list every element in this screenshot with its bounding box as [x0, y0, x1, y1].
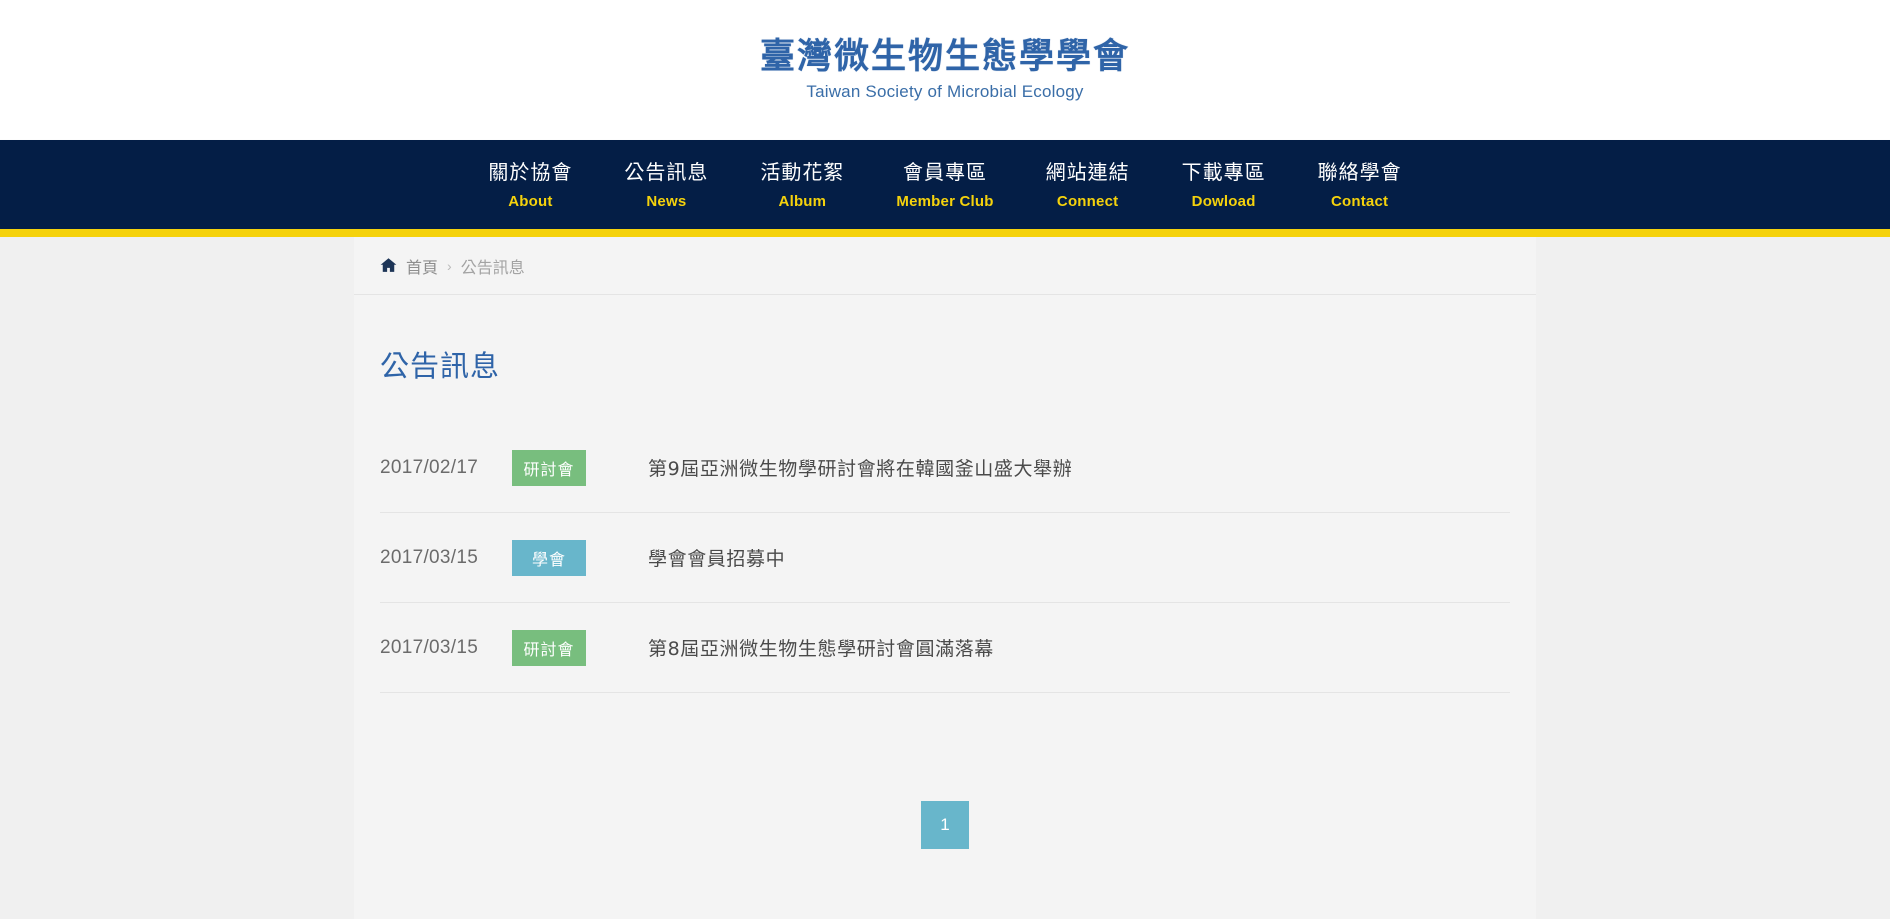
news-date: 2017/03/15	[380, 636, 479, 658]
pagination-page-button[interactable]: 1	[921, 801, 969, 849]
nav-item-dowload[interactable]: 下載專區 Dowload	[1156, 159, 1292, 210]
content-card: 首頁 › 公告訊息 公告訊息 2017/02/17 研討會 第9屆亞洲微生物學研討會…	[354, 237, 1536, 919]
nav-item-news[interactable]: 公告訊息 News	[598, 159, 734, 210]
site-header: 臺灣微生物生態學學會 Taiwan Society of Microbial E…	[0, 0, 1890, 140]
news-title-link[interactable]: 第8屆亞洲微生物生態學研討會圓滿落幕	[648, 634, 994, 661]
nav-item-label-cn: 公告訊息	[624, 160, 709, 184]
page-title: 公告訊息	[380, 349, 501, 383]
breadcrumb: 首頁 › 公告訊息	[354, 237, 1536, 295]
nav-item-label-cn: 聯絡學會	[1317, 160, 1402, 184]
news-date: 2017/03/15	[380, 546, 479, 568]
news-date: 2017/02/17	[380, 456, 479, 478]
nav-item-connect[interactable]: 網站連結 Connect	[1020, 159, 1156, 210]
home-icon[interactable]	[380, 257, 397, 277]
logo-title-english: Taiwan Society of Microbial Ecology	[806, 81, 1084, 101]
news-title-link[interactable]: 第9屆亞洲微生物學研討會將在韓國釜山盛大舉辦	[648, 454, 1072, 481]
breadcrumb-home-link[interactable]: 首頁	[406, 254, 438, 278]
site-logo[interactable]: 臺灣微生物生態學學會 Taiwan Society of Microbial E…	[759, 36, 1130, 101]
news-row[interactable]: 2017/03/15 研討會 第8屆亞洲微生物生態學研討會圓滿落幕	[380, 603, 1510, 693]
news-row[interactable]: 2017/02/17 研討會 第9屆亞洲微生物學研討會將在韓國釜山盛大舉辦	[380, 423, 1510, 513]
nav-item-label-cn: 活動花絮	[760, 160, 845, 184]
nav-item-label-en: Member Club	[896, 193, 994, 210]
nav-item-label-cn: 下載專區	[1181, 160, 1266, 184]
nav-list: 關於協會 About 公告訊息 News 活動花絮 Album 會員專區 Member Clu…	[462, 159, 1427, 210]
nav-item-about[interactable]: 關於協會 About	[462, 159, 598, 210]
news-title-link[interactable]: 學會會員招募中	[648, 544, 785, 571]
nav-item-label-cn: 會員專區	[903, 160, 987, 184]
nav-item-label-cn: 網站連結	[1045, 160, 1130, 184]
logo-title-chinese: 臺灣微生物生態學學會	[759, 36, 1130, 77]
breadcrumb-current: 公告訊息	[460, 259, 525, 277]
nav-item-label-en: News	[646, 193, 687, 210]
nav-item-label-en: Dowload	[1191, 193, 1256, 210]
news-list: 2017/02/17 研討會 第9屆亞洲微生物學研討會將在韓國釜山盛大舉辦 2017/…	[380, 423, 1510, 693]
pagination-item: 1	[921, 801, 969, 849]
nav-item-label-en: About	[508, 193, 553, 210]
news-category-badge[interactable]: 學會	[512, 539, 586, 576]
pagination: 1	[354, 801, 1536, 849]
main-navigation: 關於協會 About 公告訊息 News 活動花絮 Album 會員專區 Member Clu…	[0, 140, 1890, 237]
news-row[interactable]: 2017/03/15 學會 學會會員招募中	[380, 513, 1510, 603]
nav-item-contact[interactable]: 聯絡學會 Contact	[1292, 159, 1428, 210]
nav-item-member-club[interactable]: 會員專區 Member Club	[870, 159, 1019, 210]
breadcrumb-separator: ›	[447, 257, 452, 274]
nav-item-label-cn: 關於協會	[488, 160, 573, 184]
nav-item-label-en: Album	[778, 193, 827, 210]
nav-item-album[interactable]: 活動花絮 Album	[734, 159, 870, 210]
news-category-badge[interactable]: 研討會	[512, 629, 586, 666]
page-wrapper: 首頁 › 公告訊息 公告訊息 2017/02/17 研討會 第9屆亞洲微生物學研討會…	[0, 237, 1890, 919]
news-category-badge[interactable]: 研討會	[512, 449, 586, 486]
nav-item-label-en: Contact	[1330, 193, 1389, 210]
nav-item-label-en: Connect	[1056, 193, 1119, 210]
